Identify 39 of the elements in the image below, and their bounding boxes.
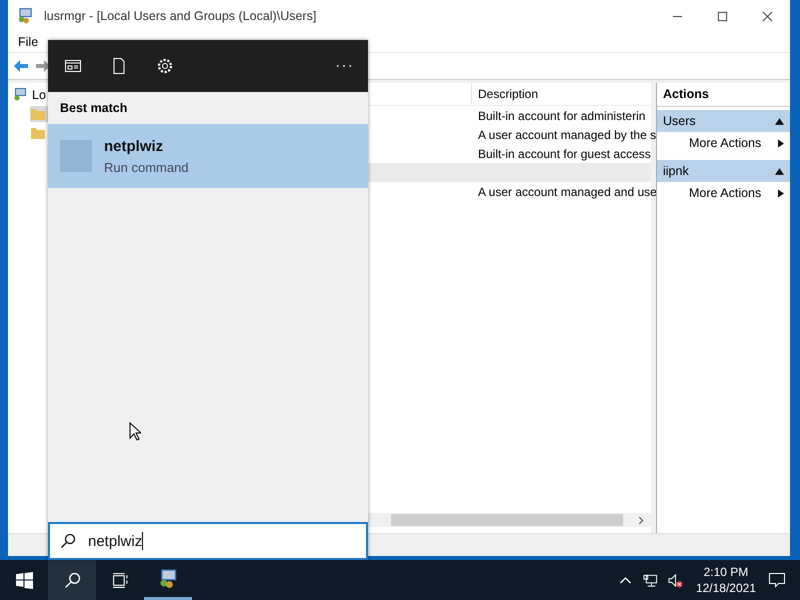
tree-item[interactable]: Lo	[32, 88, 46, 102]
column-header[interactable]: Description	[471, 83, 651, 105]
close-icon[interactable]	[762, 10, 773, 22]
section-heading: Best match	[59, 100, 128, 117]
submenu-arrow-icon	[778, 188, 784, 198]
windows-logo-icon	[16, 572, 32, 588]
search-field[interactable]: netplwiz	[48, 522, 368, 560]
search-icon	[64, 572, 80, 588]
search-icon	[60, 533, 76, 549]
computer-users-icon	[16, 7, 34, 25]
submenu-arrow-icon	[778, 138, 784, 148]
menu-item[interactable]: File	[18, 35, 38, 49]
collapse-triangle-icon[interactable]	[775, 118, 784, 124]
search-button[interactable]	[48, 560, 96, 600]
window-title: lusrmgr - [Local Users and Groups (Local)\Users]	[44, 9, 316, 23]
settings-icon[interactable]	[156, 57, 174, 75]
more-options-icon[interactable]	[336, 64, 352, 68]
window-icon[interactable]	[64, 57, 82, 75]
maximize-icon[interactable]	[717, 10, 728, 22]
clock-date[interactable]: 12/18/2021	[696, 581, 756, 595]
folder-icon	[30, 125, 46, 141]
collapse-triangle-icon[interactable]	[775, 168, 784, 174]
search-result[interactable]: netplwiz Run command	[48, 124, 368, 188]
actions-title: Actions	[657, 83, 790, 107]
notification-icon[interactable]	[768, 572, 786, 588]
chevron-right-icon[interactable]	[637, 516, 646, 524]
clock-time[interactable]: 2:10 PM	[704, 565, 748, 579]
computer-users-icon	[12, 87, 28, 103]
muted-speaker-icon[interactable]	[668, 572, 683, 588]
result-type: Run command	[104, 160, 189, 174]
actions-section-header[interactable]: Users	[657, 110, 790, 132]
actions-section-header[interactable]: iipnk	[657, 160, 790, 182]
action-item[interactable]: More Actions	[657, 182, 790, 204]
task-view-icon	[112, 572, 128, 588]
result-name: netplwiz	[104, 138, 164, 154]
action-item[interactable]: More Actions	[657, 132, 790, 154]
mouse-pointer-icon	[129, 422, 141, 441]
folder-icon	[30, 106, 46, 122]
network-icon[interactable]	[642, 572, 658, 588]
